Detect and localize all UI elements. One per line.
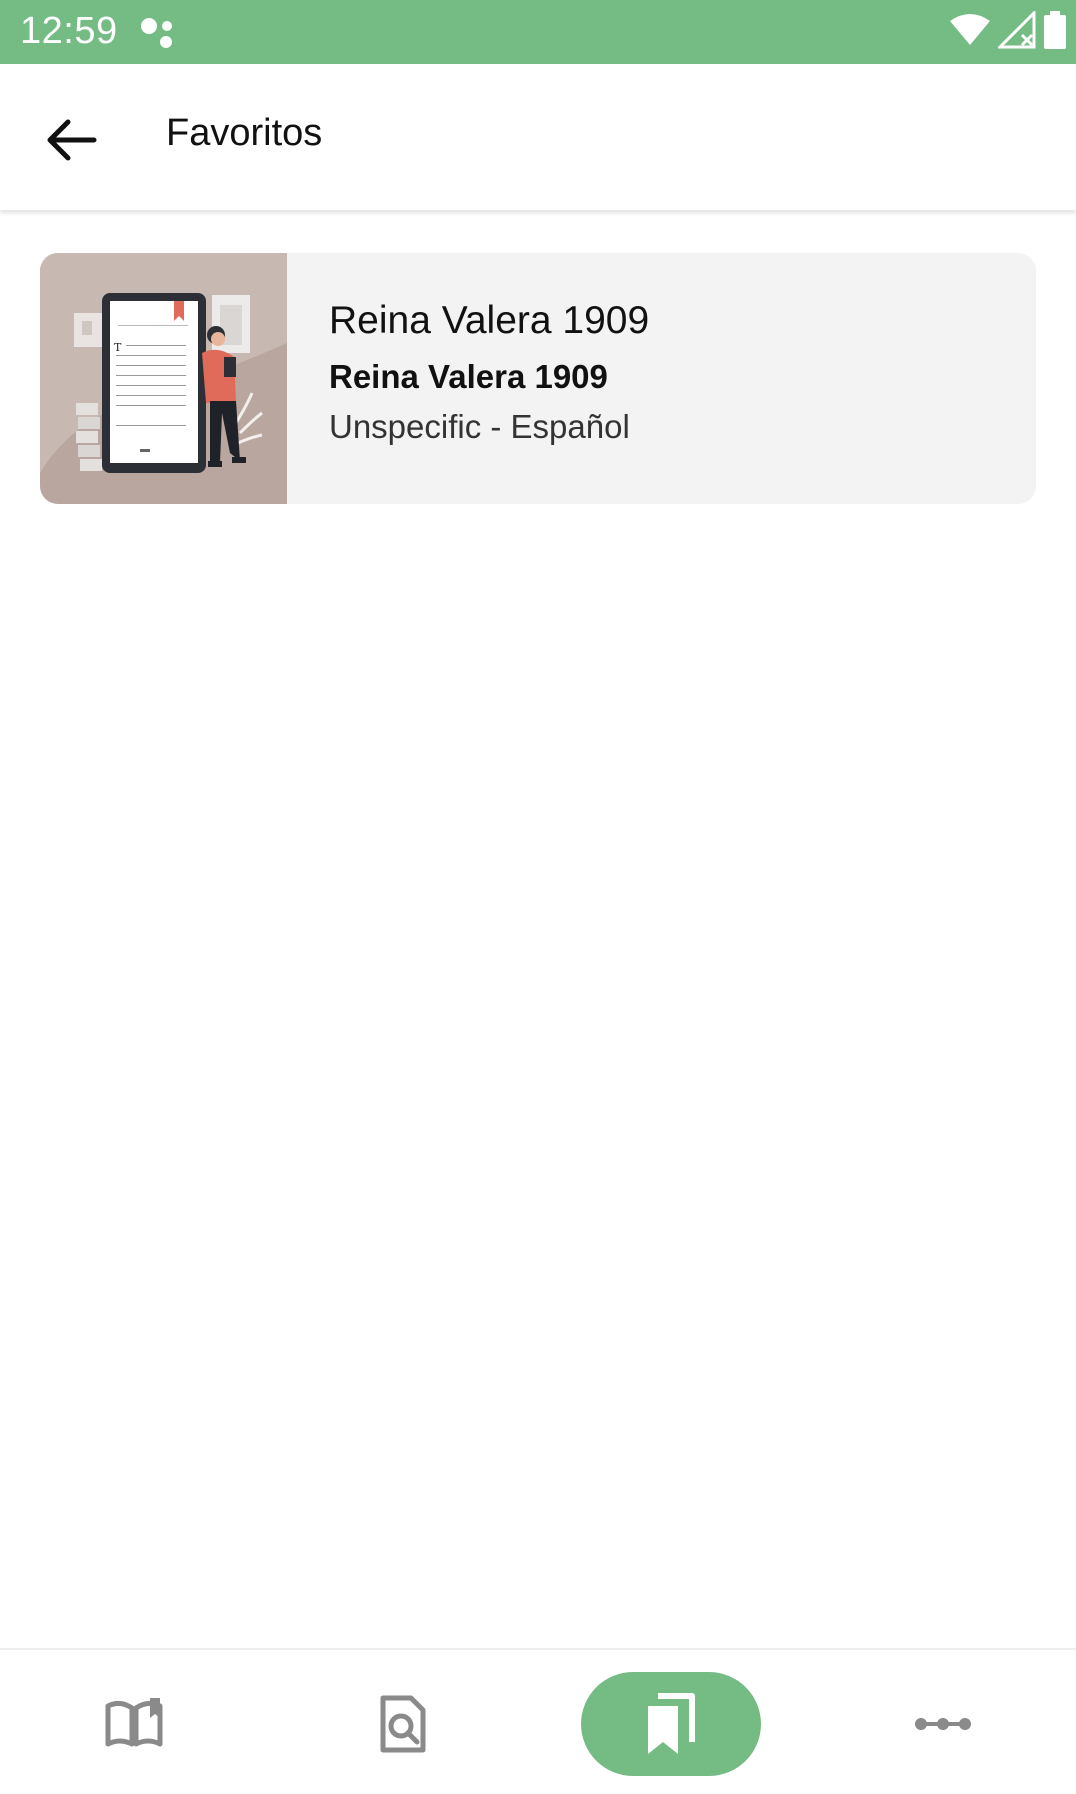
book-meta: Unspecific - Español bbox=[329, 407, 630, 445]
arrow-left-icon bbox=[36, 119, 108, 180]
svg-text:T: T bbox=[114, 341, 122, 354]
nav-more-button[interactable] bbox=[853, 1672, 1033, 1776]
book-subtitle: Reina Valera 1909 bbox=[329, 357, 608, 395]
document-search-icon bbox=[377, 1694, 429, 1754]
wifi-icon bbox=[950, 13, 990, 52]
app-bar: Favoritos bbox=[0, 64, 1076, 210]
status-icons bbox=[950, 8, 1066, 54]
nav-search-button[interactable] bbox=[313, 1672, 493, 1776]
book-title: Reina Valera 1909 bbox=[329, 299, 650, 342]
page-title: Favoritos bbox=[166, 112, 323, 154]
favorite-card[interactable]: T Reina Valera 1909 Reina Valera 1909 Un… bbox=[40, 253, 1036, 504]
assistant-dots-icon bbox=[140, 16, 180, 50]
open-book-icon bbox=[102, 1696, 166, 1752]
bottom-navigation bbox=[0, 1648, 1076, 1794]
no-signal-icon bbox=[996, 8, 1036, 54]
back-button[interactable] bbox=[36, 104, 108, 176]
battery-icon bbox=[1044, 10, 1066, 54]
bookmarks-icon bbox=[644, 1692, 698, 1756]
status-time: 12:59 bbox=[20, 10, 118, 52]
more-dots-icon bbox=[913, 1714, 973, 1734]
status-bar: 12:59 bbox=[0, 0, 1076, 64]
book-thumbnail: T bbox=[40, 253, 287, 504]
nav-favorites-button[interactable] bbox=[581, 1672, 761, 1776]
nav-read-button[interactable] bbox=[44, 1672, 224, 1776]
